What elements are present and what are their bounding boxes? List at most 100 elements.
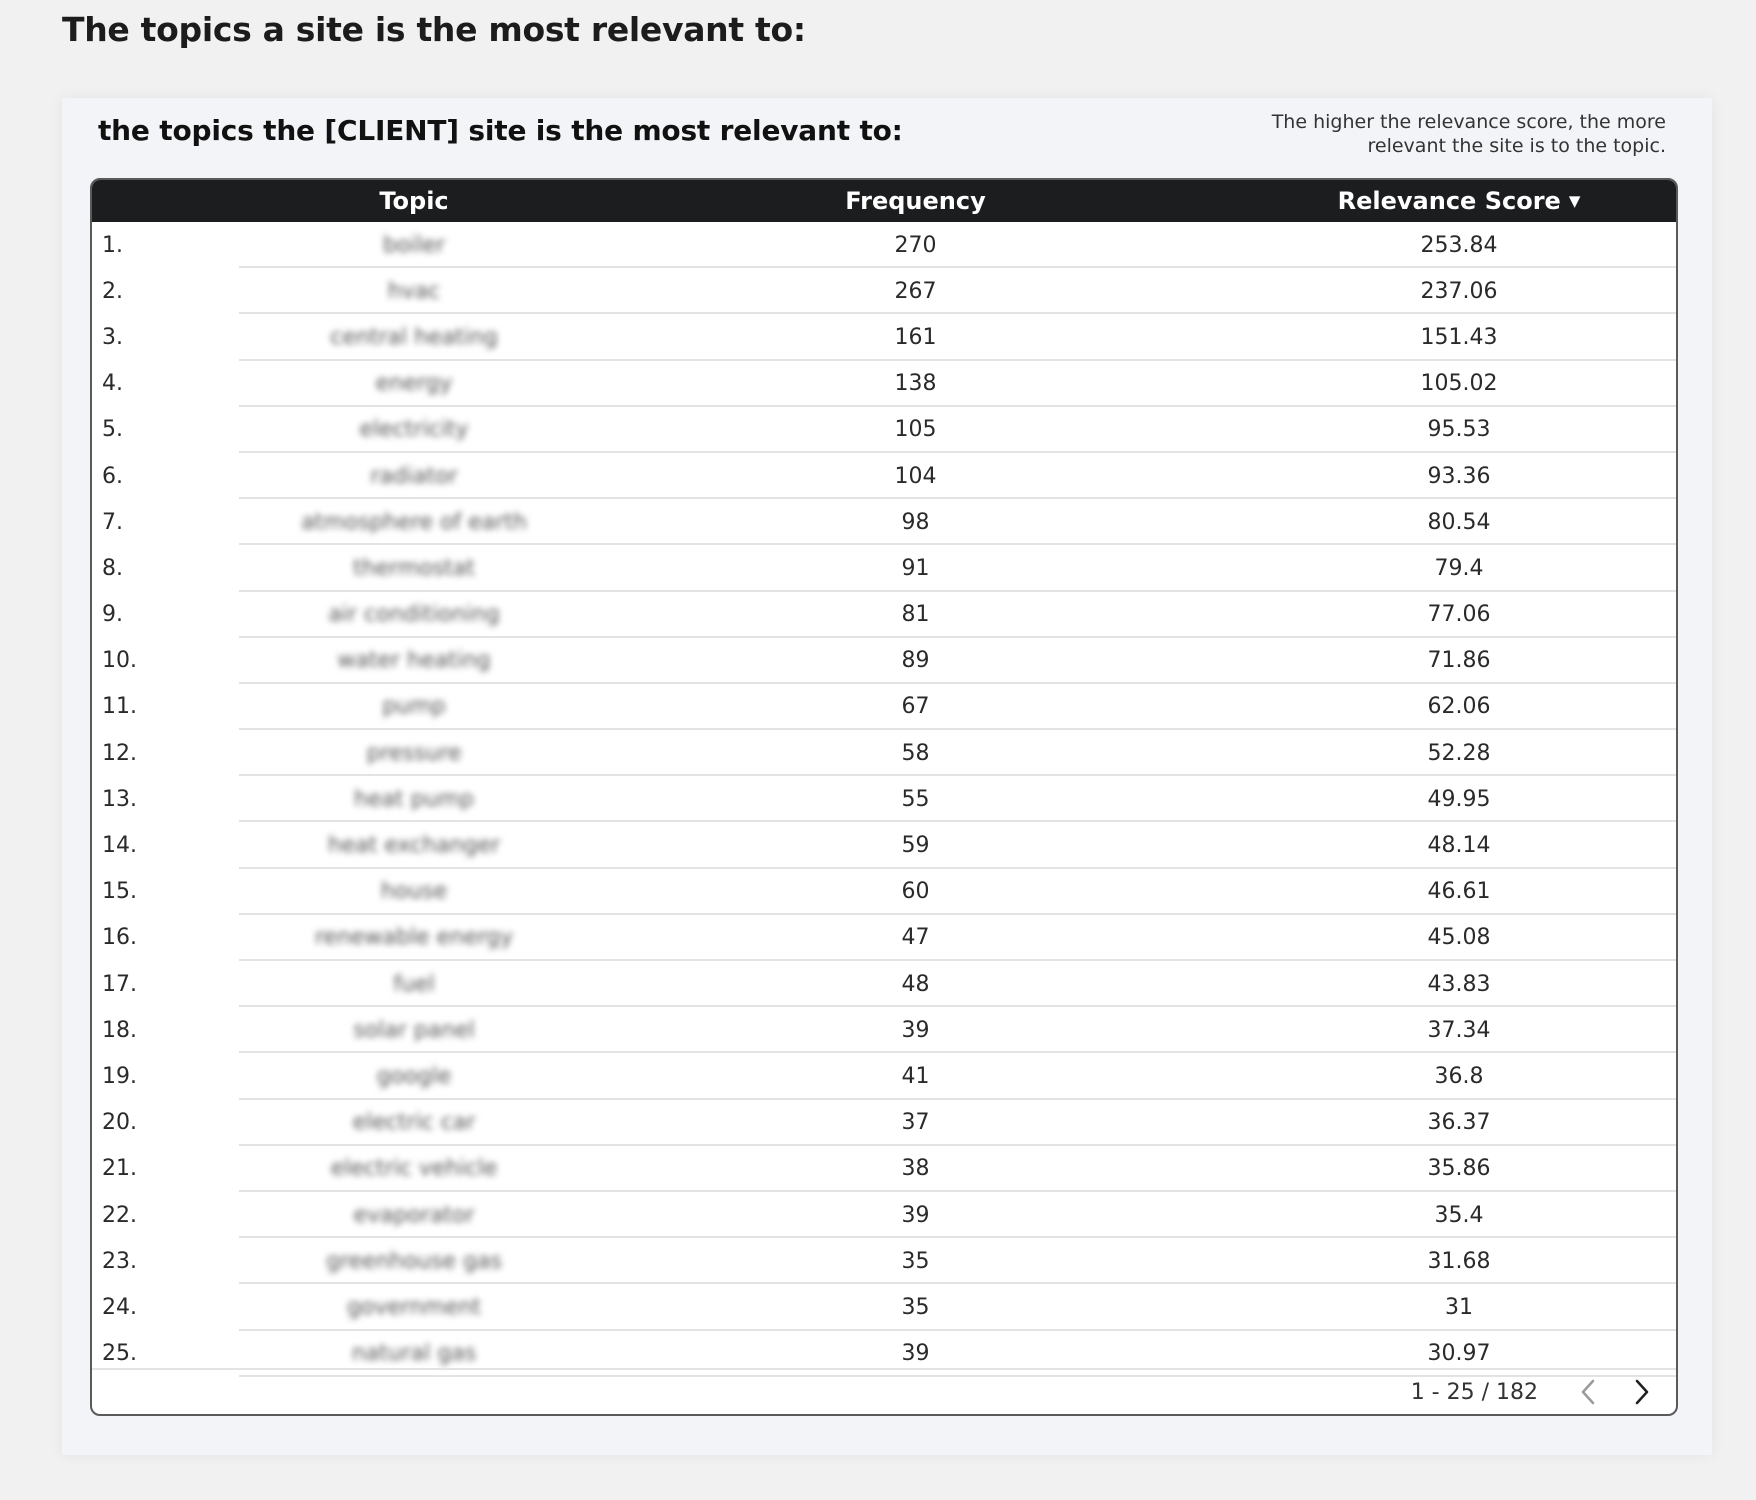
card-note: The higher the relevance score, the more… <box>1271 111 1666 157</box>
frequency-cell: 104 <box>894 463 937 489</box>
table-row[interactable]: 7. atmosphere of earth 98 80.54 <box>92 499 1676 546</box>
row-number: 2. <box>102 278 123 304</box>
table-row[interactable]: 21. electric vehicle 38 35.86 <box>92 1146 1676 1193</box>
frequency-cell: 39 <box>901 1202 930 1228</box>
relevance-score-cell: 45.08 <box>1427 925 1491 951</box>
relevance-score-cell: 95.53 <box>1427 417 1491 443</box>
topic-cell: electric vehicle <box>239 1156 589 1181</box>
table-row[interactable]: 14. heat exchanger 59 48.14 <box>92 822 1676 869</box>
header-relevance-label[interactable]: Relevance Score <box>1338 187 1561 215</box>
topic-text-blurred: pressure <box>366 740 462 766</box>
topic-cell: google <box>239 1064 589 1089</box>
relevance-score-cell: 237.06 <box>1420 278 1498 304</box>
table-row[interactable]: 16. renewable energy 47 45.08 <box>92 915 1676 962</box>
previous-page-button[interactable] <box>1568 1372 1608 1412</box>
next-page-button[interactable] <box>1622 1372 1662 1412</box>
topic-text-blurred: water heating <box>337 648 491 674</box>
table-row[interactable]: 6. radiator 104 93.36 <box>92 453 1676 500</box>
frequency-cell: 55 <box>901 786 930 812</box>
frequency-cell: 37 <box>901 1110 930 1136</box>
relevance-score-cell: 30.97 <box>1427 1341 1491 1367</box>
topic-text-blurred: pump <box>382 694 446 720</box>
relevance-score-cell: 31.68 <box>1427 1248 1491 1274</box>
topic-text-blurred: central heating <box>330 324 498 350</box>
relevance-score-cell: 36.37 <box>1427 1110 1491 1136</box>
topic-cell: air conditioning <box>239 602 589 627</box>
row-number: 24. <box>102 1294 137 1320</box>
header-relevance-score[interactable]: Relevance Score ▼ <box>1242 187 1676 215</box>
frequency-cell: 58 <box>901 740 930 766</box>
topic-cell: fuel <box>239 972 589 997</box>
chevron-left-icon <box>1581 1379 1595 1405</box>
row-number: 25. <box>102 1341 137 1367</box>
frequency-cell: 35 <box>901 1294 930 1320</box>
topic-text-blurred: natural gas <box>351 1341 477 1367</box>
topic-text-blurred: energy <box>375 371 453 397</box>
topic-cell: water heating <box>239 648 589 673</box>
topic-text-blurred: solar panel <box>353 1017 475 1043</box>
sort-descending-icon[interactable]: ▼ <box>1569 192 1581 210</box>
table-row[interactable]: 2. hvac 267 237.06 <box>92 268 1676 315</box>
relevance-score-cell: 80.54 <box>1427 509 1491 535</box>
table-row[interactable]: 18. solar panel 39 37.34 <box>92 1007 1676 1054</box>
topic-text-blurred: heat exchanger <box>327 833 501 859</box>
topic-cell: heat pump <box>239 787 589 812</box>
row-number: 9. <box>102 602 123 628</box>
table-row[interactable]: 11. pump 67 62.06 <box>92 684 1676 731</box>
relevance-score-cell: 62.06 <box>1427 694 1491 720</box>
topic-cell: pump <box>239 694 589 719</box>
row-number: 20. <box>102 1110 137 1136</box>
frequency-cell: 81 <box>901 602 930 628</box>
topic-text-blurred: electric car <box>352 1110 476 1136</box>
frequency-cell: 35 <box>901 1248 930 1274</box>
table-row[interactable]: 9. air conditioning 81 77.06 <box>92 592 1676 638</box>
topic-cell: energy <box>239 371 589 396</box>
row-number: 12. <box>102 740 137 766</box>
table-row[interactable]: 1. boiler 270 253.84 <box>92 222 1676 269</box>
relevance-score-cell: 93.36 <box>1427 463 1491 489</box>
topic-cell: central heating <box>239 325 589 350</box>
table-row[interactable]: 5. electricity 105 95.53 <box>92 407 1676 454</box>
topic-cell: atmosphere of earth <box>239 510 589 535</box>
table-row[interactable]: 17. fuel 48 43.83 <box>92 961 1676 1008</box>
table-row[interactable]: 3. central heating 161 151.43 <box>92 314 1676 361</box>
table-row[interactable]: 4. energy 138 105.02 <box>92 361 1676 407</box>
table-row[interactable]: 10. water heating 89 71.86 <box>92 638 1676 685</box>
relevance-score-cell: 31 <box>1445 1294 1473 1320</box>
table-row[interactable]: 13. heat pump 55 49.95 <box>92 776 1676 823</box>
topic-text-blurred: radiator <box>370 463 458 489</box>
relevance-score-cell: 49.95 <box>1427 786 1491 812</box>
relevance-score-cell: 43.83 <box>1427 971 1491 997</box>
table-row[interactable]: 12. pressure 58 52.28 <box>92 730 1676 777</box>
header-topic[interactable]: Topic <box>239 187 589 215</box>
row-number: 8. <box>102 555 123 581</box>
topic-text-blurred: electric vehicle <box>330 1156 498 1182</box>
relevance-score-cell: 36.8 <box>1434 1063 1484 1089</box>
frequency-cell: 59 <box>901 833 930 859</box>
table-row[interactable]: 15. house 60 46.61 <box>92 869 1676 916</box>
table-row[interactable]: 24. government 35 31 <box>92 1284 1676 1331</box>
relevance-score-cell: 46.61 <box>1427 879 1491 905</box>
row-number: 14. <box>102 833 137 859</box>
topic-text-blurred: government <box>346 1294 482 1320</box>
relevance-score-cell: 77.06 <box>1427 602 1491 628</box>
frequency-cell: 105 <box>894 417 937 443</box>
table-row[interactable]: 22. evaporator 39 35.4 <box>92 1192 1676 1239</box>
frequency-cell: 98 <box>901 509 930 535</box>
page-title: The topics a site is the most relevant t… <box>62 10 806 49</box>
header-frequency[interactable]: Frequency <box>589 187 1242 215</box>
table-row[interactable]: 20. electric car 37 36.37 <box>92 1100 1676 1146</box>
topic-text-blurred: renewable energy <box>314 925 514 951</box>
table-row[interactable]: 23. greenhouse gas 35 31.68 <box>92 1238 1676 1285</box>
row-number: 17. <box>102 971 137 997</box>
table-row[interactable]: 8. thermostat 91 79.4 <box>92 545 1676 592</box>
frequency-cell: 48 <box>901 971 930 997</box>
relevance-score-cell: 35.4 <box>1434 1202 1484 1228</box>
frequency-cell: 41 <box>901 1063 930 1089</box>
table-body: 1. boiler 270 253.84 2. hvac 267 237.06 3. centra… <box>92 222 1676 1377</box>
frequency-cell: 67 <box>901 694 930 720</box>
topic-cell: hvac <box>239 279 589 304</box>
table-row[interactable]: 19. google 41 36.8 <box>92 1053 1676 1100</box>
row-number: 13. <box>102 786 137 812</box>
row-number: 18. <box>102 1017 137 1043</box>
